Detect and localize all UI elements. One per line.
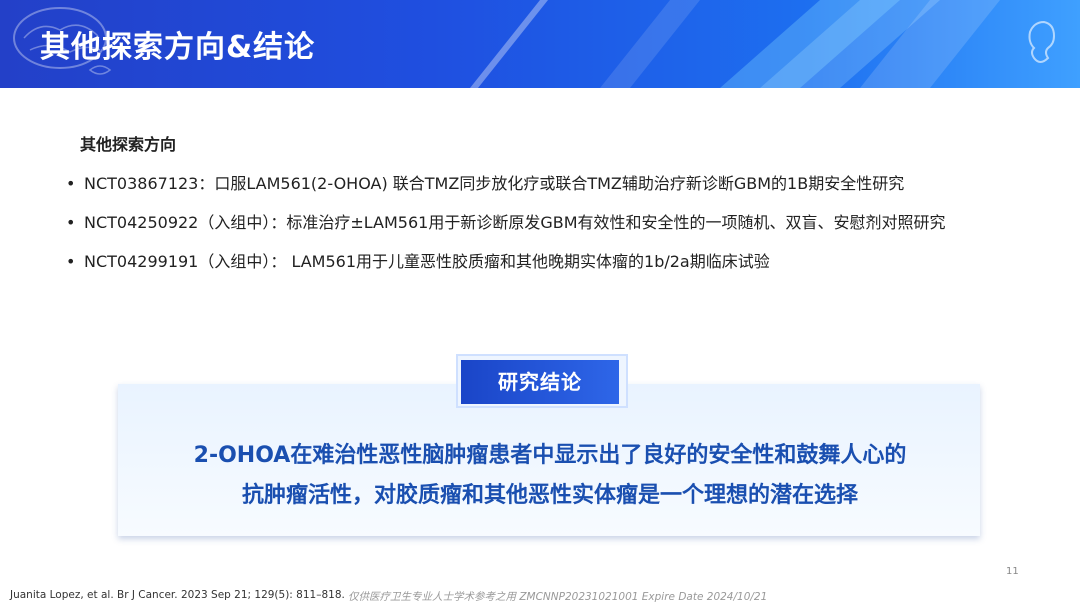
conclusion-text: 2-OHOA在难治性恶性脑肿瘤患者中显示出了良好的安全性和鼓舞人心的 抗肿瘤活性… — [120, 436, 980, 516]
list-item: NCT03867123：口服LAM561(2-OHOA) 联合TMZ同步放化疗或… — [64, 168, 1014, 199]
conclusion-line: 2-OHOA在难治性恶性脑肿瘤患者中显示出了良好的安全性和鼓舞人心的 — [193, 443, 907, 468]
ear-icon — [1028, 20, 1056, 63]
page-title: 其他探索方向&结论 — [40, 30, 316, 65]
page-number: 11 — [1006, 566, 1019, 577]
conclusion-line: 抗肿瘤活性，对胶质瘤和其他恶性实体瘤是一个理想的潜在选择 — [241, 483, 858, 508]
section-heading: 其他探索方向 — [80, 135, 177, 154]
list-item: NCT04250922（入组中）：标准治疗±LAM561用于新诊断原发GBM有效… — [64, 207, 1014, 238]
reference-citation: Juanita Lopez, et al. Br J Cancer. 2023 … — [10, 589, 345, 601]
header-banner: 其他探索方向&结论 — [0, 0, 1080, 88]
conclusion-tag: 研究结论 — [461, 360, 619, 404]
trial-list: NCT03867123：口服LAM561(2-OHOA) 联合TMZ同步放化疗或… — [64, 168, 1014, 285]
disclaimer-note: 仅供医疗卫生专业人士学术参考之用 ZMCNNP20231021001 Expir… — [348, 591, 768, 603]
list-item: NCT04299191（入组中）： LAM561用于儿童恶性胶质瘤和其他晚期实体… — [64, 246, 1014, 277]
